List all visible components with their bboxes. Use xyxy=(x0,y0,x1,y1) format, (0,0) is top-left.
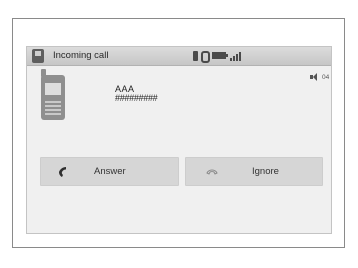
ignore-button[interactable]: Ignore xyxy=(185,157,323,186)
signal-icon xyxy=(230,51,244,61)
answer-label: Answer xyxy=(94,166,126,177)
page-title: Incoming call xyxy=(53,50,109,61)
caller-number: ######### xyxy=(115,93,158,103)
handset-display xyxy=(45,83,61,95)
battery-icon xyxy=(212,52,228,59)
phone-screen: Incoming call 04 AAA ######### Answer Ig… xyxy=(26,46,332,234)
device-0-icon xyxy=(201,51,210,63)
mobile-phone-icon xyxy=(41,75,65,120)
handset-keys xyxy=(45,99,61,115)
volume-value: 04 xyxy=(322,74,330,81)
speaker-icon xyxy=(310,73,317,81)
header-bar: Incoming call xyxy=(27,47,331,66)
phone-icon xyxy=(32,49,44,63)
answer-button[interactable]: Answer xyxy=(40,157,179,186)
answer-phone-icon xyxy=(59,167,66,177)
hang-up-icon xyxy=(206,169,218,175)
ignore-label: Ignore xyxy=(252,166,279,177)
bluetooth-icon xyxy=(193,51,198,61)
